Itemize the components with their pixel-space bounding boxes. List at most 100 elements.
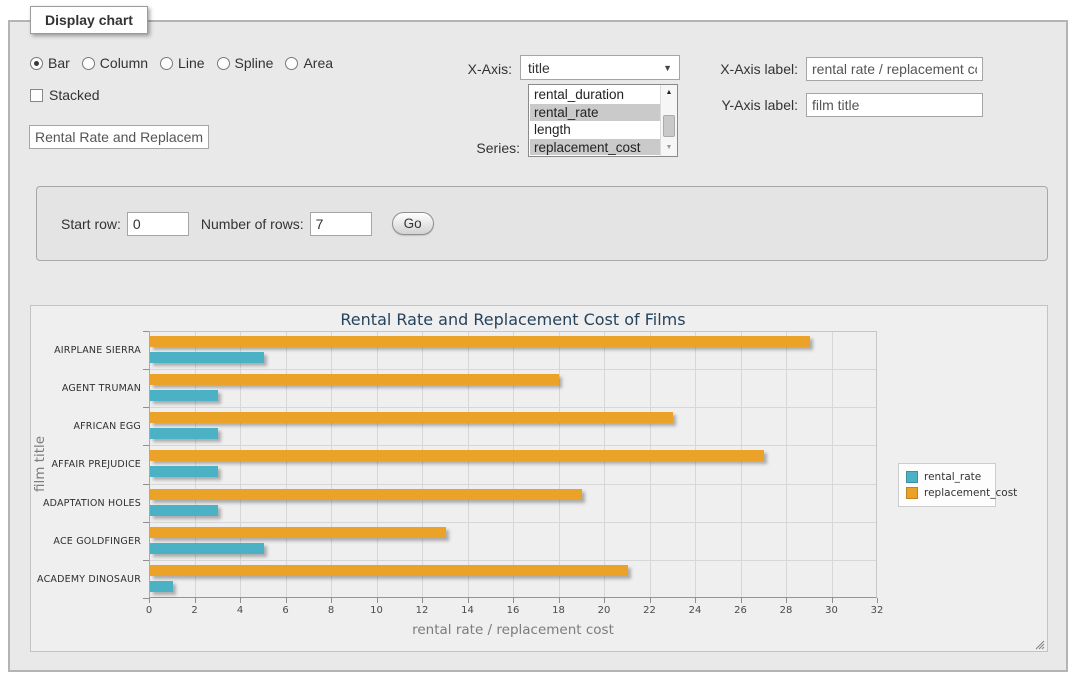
bar-replacement_cost xyxy=(150,412,673,423)
stacked-label: Stacked xyxy=(49,87,100,103)
stacked-row: Stacked xyxy=(30,87,100,103)
legend-label: replacement_cost xyxy=(924,487,1017,499)
series-option-rental_duration[interactable]: rental_duration xyxy=(530,86,660,104)
x-axis-tick xyxy=(286,598,287,603)
gridline-horizontal xyxy=(150,560,876,561)
gridline-vertical xyxy=(331,332,332,597)
gridline-vertical xyxy=(377,332,378,597)
number-of-rows-input[interactable] xyxy=(310,212,372,236)
chart-type-area[interactable]: Area xyxy=(285,55,333,71)
page: Display chart Bar Column Line Spline Area St… xyxy=(0,0,1081,681)
x-axis-select-label: X-Axis: xyxy=(420,61,512,77)
y-axis-tick xyxy=(143,369,149,370)
bar-replacement_cost xyxy=(150,565,628,576)
row-controls-panel: Start row: Number of rows: Go xyxy=(36,186,1048,261)
chart-type-spline[interactable]: Spline xyxy=(217,55,274,71)
chart-type-label: Spline xyxy=(235,55,274,71)
category-label: AGENT TRUMAN xyxy=(37,383,141,394)
x-axis-tick xyxy=(877,598,878,603)
series-list-scrollbar[interactable]: ▲ ▼ xyxy=(660,85,677,156)
y-axis-tick xyxy=(143,331,149,332)
chart-title-input[interactable] xyxy=(29,125,209,149)
bar-rental_rate xyxy=(150,581,173,592)
radio-icon xyxy=(217,57,230,70)
gridline-vertical xyxy=(604,332,605,597)
x-axis-tick xyxy=(741,598,742,603)
legend-swatch xyxy=(906,487,918,499)
x-axis-tick-label: 30 xyxy=(825,605,838,616)
bar-replacement_cost xyxy=(150,489,582,500)
series-options: rental_durationrental_ratelengthreplacem… xyxy=(530,86,660,155)
gridline-vertical xyxy=(786,332,787,597)
chart-type-label: Area xyxy=(303,55,333,71)
x-axis-select[interactable]: title ▼ xyxy=(520,55,680,80)
bar-rental_rate xyxy=(150,352,264,363)
bar-rental_rate xyxy=(150,543,264,554)
x-axis-tick-label: 2 xyxy=(191,605,197,616)
stacked-checkbox[interactable] xyxy=(30,89,43,102)
bar-replacement_cost xyxy=(150,336,810,347)
chevron-down-icon: ▼ xyxy=(663,63,672,73)
gridline-vertical xyxy=(559,332,560,597)
legend-label: rental_rate xyxy=(924,471,981,483)
bar-replacement_cost xyxy=(150,450,764,461)
fieldset-legend: Display chart xyxy=(30,6,148,34)
x-axis-tick-label: 26 xyxy=(734,605,747,616)
number-of-rows-label: Number of rows: xyxy=(201,216,304,232)
gridline-vertical xyxy=(695,332,696,597)
radio-icon xyxy=(160,57,173,70)
x-axis-tick-label: 0 xyxy=(146,605,152,616)
x-axis-tick xyxy=(149,598,150,603)
radio-icon xyxy=(82,57,95,70)
x-axis-tick xyxy=(377,598,378,603)
x-axis-tick-label: 20 xyxy=(598,605,611,616)
series-listbox[interactable]: rental_durationrental_ratelengthreplacem… xyxy=(528,84,678,157)
category-label: ACADEMY DINOSAUR xyxy=(37,574,141,585)
chart-type-bar[interactable]: Bar xyxy=(30,55,70,71)
x-axis-tick xyxy=(513,598,514,603)
start-row-input[interactable] xyxy=(127,212,189,236)
resize-handle-icon[interactable] xyxy=(1033,637,1045,649)
x-axis-label-input[interactable] xyxy=(806,57,983,81)
start-row-label: Start row: xyxy=(61,216,121,232)
gridline-horizontal xyxy=(150,522,876,523)
x-axis-tick-label: 24 xyxy=(689,605,702,616)
x-axis-tick xyxy=(695,598,696,603)
x-axis-tick-label: 22 xyxy=(643,605,656,616)
x-axis-tick-label: 12 xyxy=(416,605,429,616)
gridline-vertical xyxy=(513,332,514,597)
gridline-vertical xyxy=(286,332,287,597)
category-label: AFFAIR PREJUDICE xyxy=(37,459,141,470)
scroll-up-icon[interactable]: ▲ xyxy=(662,86,676,100)
series-option-length[interactable]: length xyxy=(530,121,660,139)
series-option-replacement_cost[interactable]: replacement_cost xyxy=(530,139,660,156)
bar-rental_rate xyxy=(150,466,218,477)
x-axis-tick xyxy=(240,598,241,603)
x-axis-tick xyxy=(195,598,196,603)
x-axis-tick-label: 4 xyxy=(237,605,243,616)
y-axis-label-label: Y-Axis label: xyxy=(690,97,798,113)
series-option-rental_rate[interactable]: rental_rate xyxy=(530,104,660,122)
chart-type-label: Line xyxy=(178,55,204,71)
x-axis-tick-label: 32 xyxy=(871,605,884,616)
gridline-vertical xyxy=(468,332,469,597)
x-axis-tick-label: 8 xyxy=(328,605,334,616)
x-axis-tick xyxy=(422,598,423,603)
x-axis-tick-label: 28 xyxy=(780,605,793,616)
legend-swatch xyxy=(906,471,918,483)
chart-type-line[interactable]: Line xyxy=(160,55,204,71)
chart-type-column[interactable]: Column xyxy=(82,55,148,71)
x-axis-tick-label: 18 xyxy=(552,605,565,616)
gridline-horizontal xyxy=(150,407,876,408)
y-axis-label-input[interactable] xyxy=(806,93,983,117)
x-axis-tick xyxy=(650,598,651,603)
x-axis-tick xyxy=(331,598,332,603)
go-button[interactable]: Go xyxy=(392,212,434,235)
y-axis-tick xyxy=(143,522,149,523)
scroll-down-icon[interactable]: ▼ xyxy=(662,141,676,155)
x-axis-tick-label: 14 xyxy=(461,605,474,616)
y-axis-tick xyxy=(143,560,149,561)
x-axis-label-label: X-Axis label: xyxy=(690,61,798,77)
gridline-vertical xyxy=(195,332,196,597)
scrollbar-thumb[interactable] xyxy=(663,115,675,137)
